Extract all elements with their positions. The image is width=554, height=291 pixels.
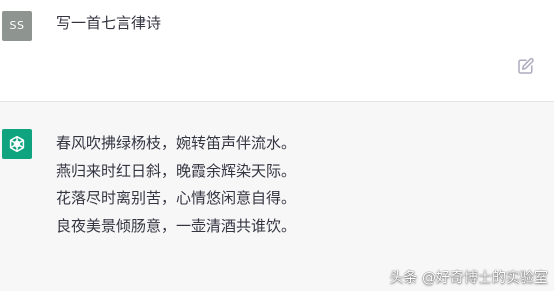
- edit-message-button[interactable]: [517, 57, 535, 75]
- chat-transcript: SS 写一首七言律诗 春风吹拂绿杨枝，婉转笛声伴流水。 燕归来时红日斜，晚霞余辉…: [0, 0, 554, 291]
- user-prompt-text: 写一首七言律诗: [56, 14, 162, 32]
- assistant-avatar: [2, 129, 32, 159]
- openai-logo-icon: [9, 135, 25, 153]
- poem-line: 良夜美景倾肠意，一壶清酒共谁饮。: [56, 216, 297, 235]
- assistant-message: 春风吹拂绿杨枝，婉转笛声伴流水。 燕归来时红日斜，晚霞余辉染天际。 花落尽时离别…: [0, 102, 554, 291]
- watermark-text: 头条 @好奇博士的实验室: [389, 270, 548, 286]
- poem-line: 花落尽时离别苦，心情悠闲意自得。: [56, 189, 297, 207]
- user-message: SS 写一首七言律诗: [0, 0, 554, 101]
- poem-line: 燕归来时红日斜，晚霞余辉染天际。: [56, 161, 297, 180]
- assistant-poem: 春风吹拂绿杨枝，婉转笛声伴流水。 燕归来时红日斜，晚霞余辉染天际。 花落尽时离别…: [56, 130, 296, 240]
- poem-line: 春风吹拂绿杨枝，婉转笛声伴流水。: [56, 134, 297, 152]
- user-avatar: SS: [2, 11, 32, 41]
- edit-icon: [518, 58, 534, 74]
